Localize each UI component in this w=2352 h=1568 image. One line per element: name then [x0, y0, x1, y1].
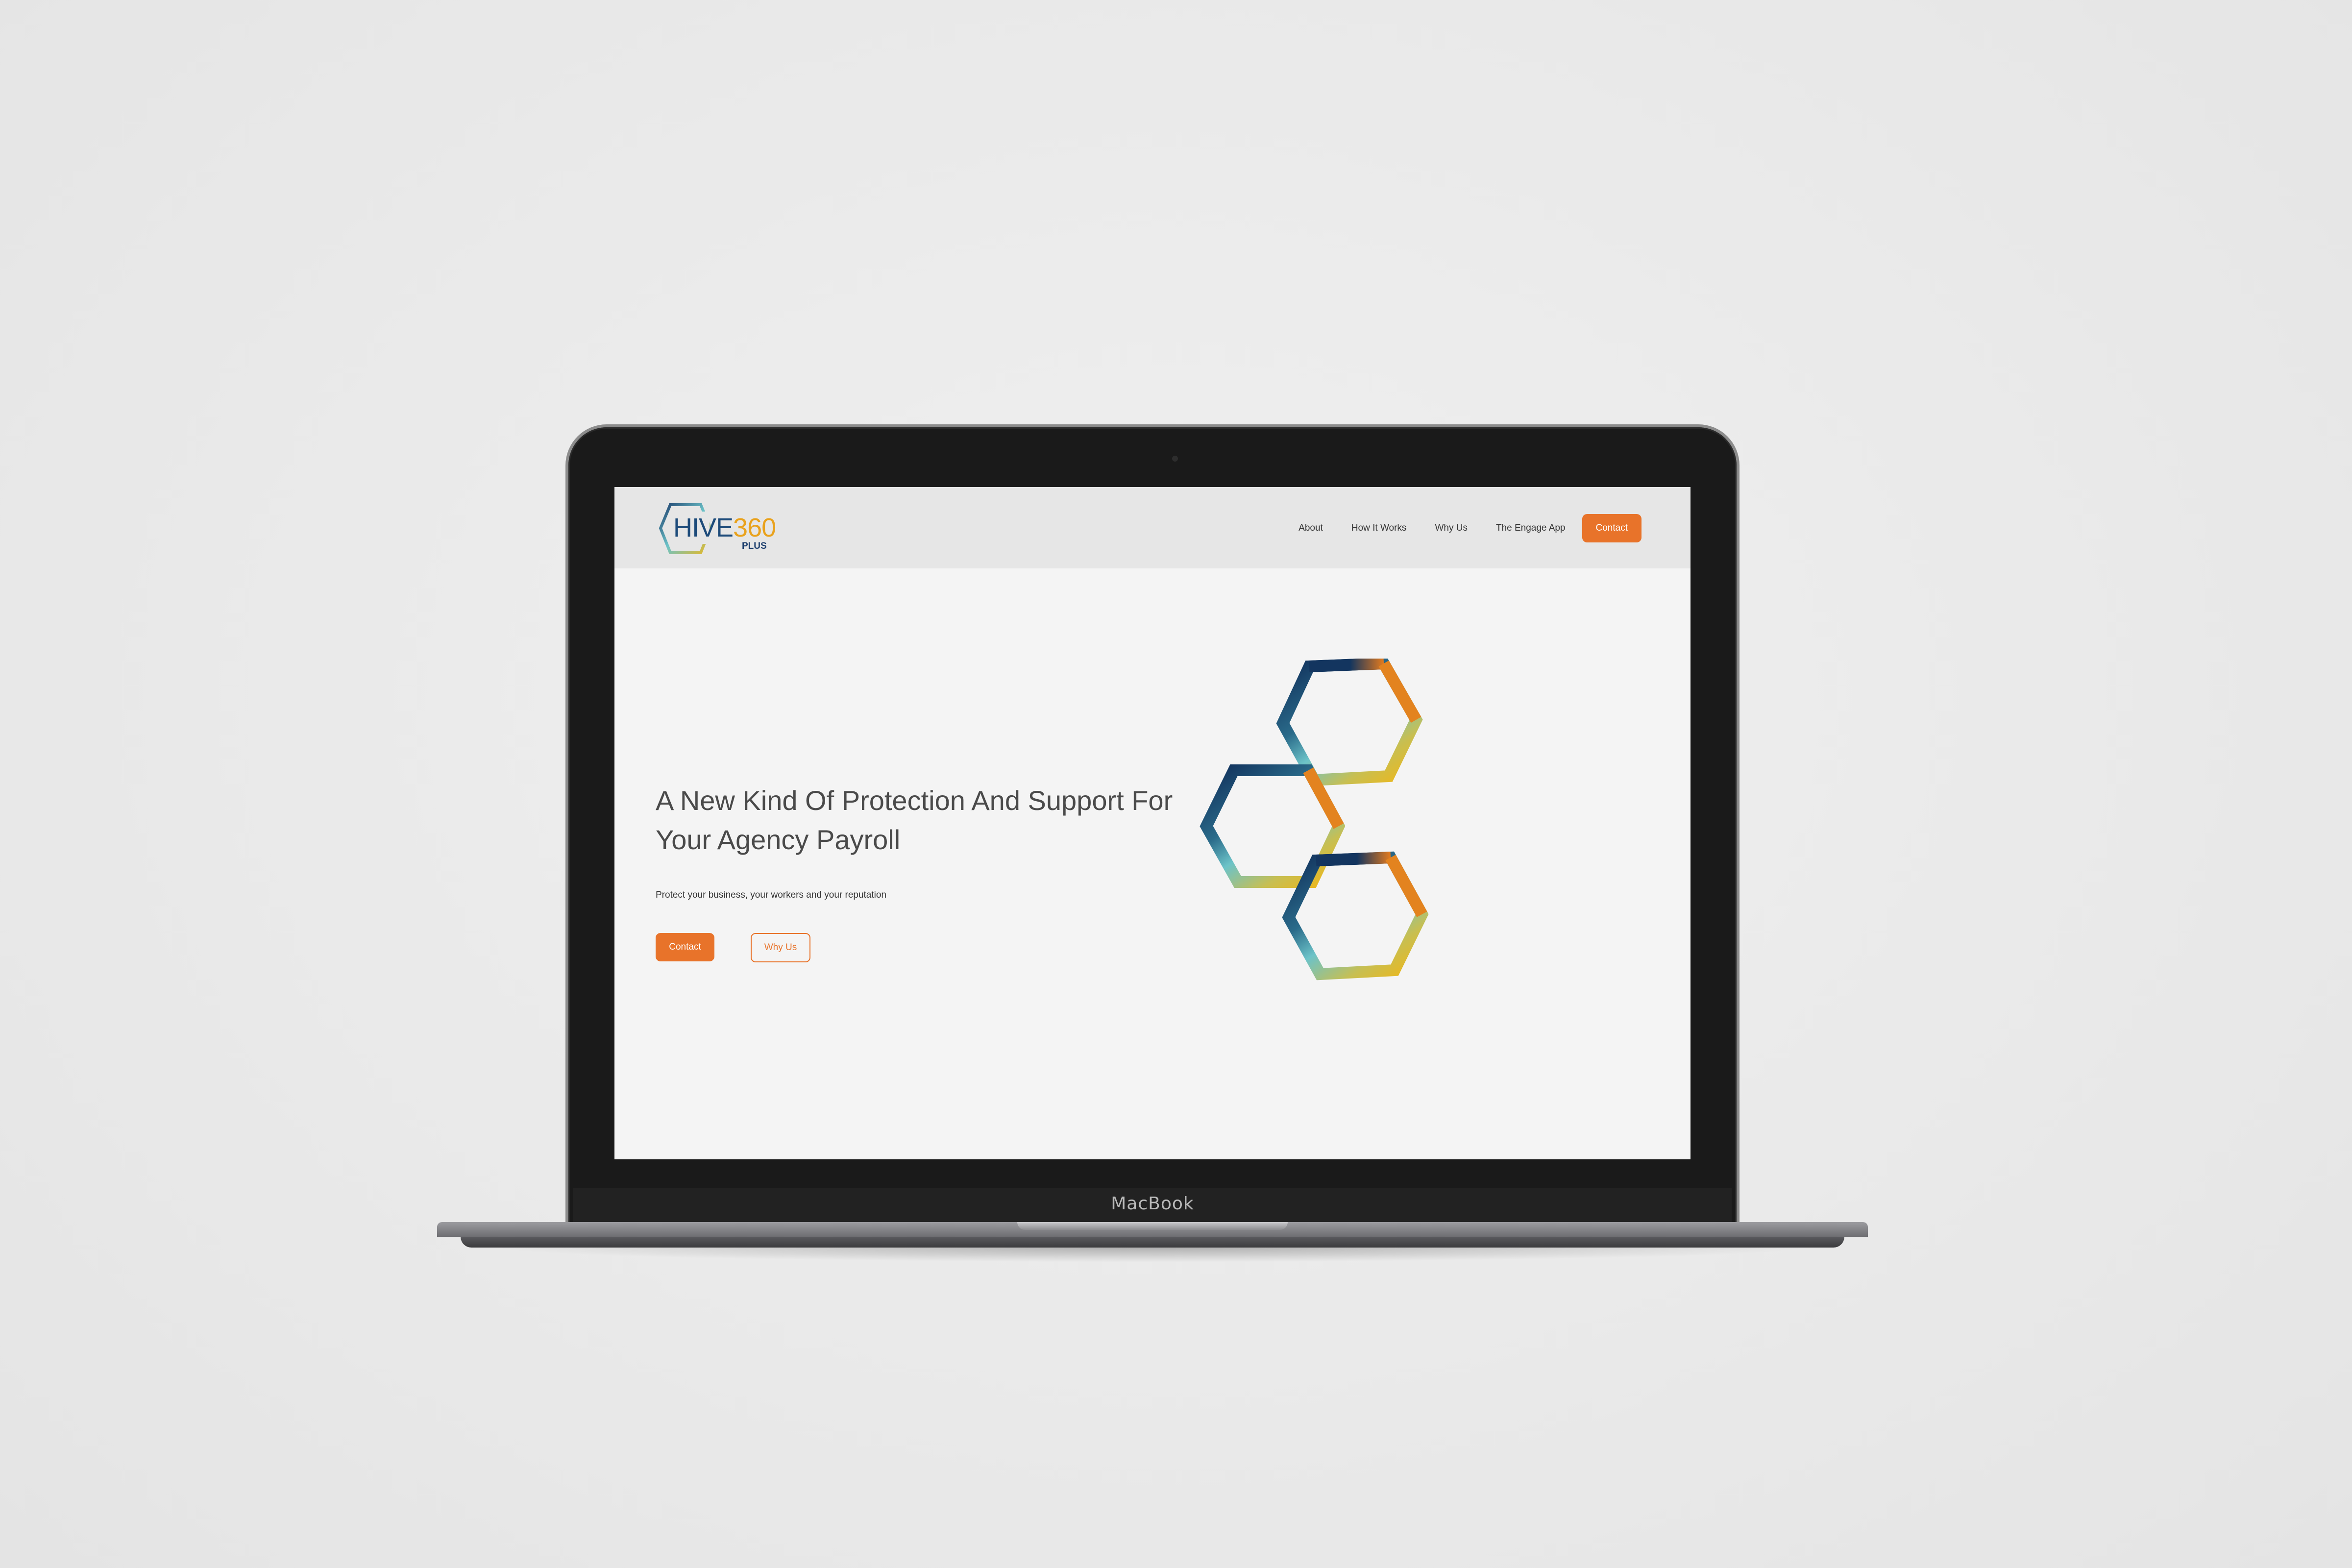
hero-headline-line2: Your Agency Payroll: [656, 824, 901, 855]
device-brand-label: MacBook: [1111, 1194, 1194, 1214]
nav-engage-app[interactable]: The Engage App: [1496, 523, 1566, 534]
logo-wordmark: HIVE360: [673, 513, 776, 543]
hexagon-top: [1276, 659, 1423, 786]
laptop-base-bottom: [461, 1237, 1844, 1248]
browser-viewport: HIVE360 PLUS About How It Works Why Us T…: [614, 487, 1690, 1159]
logo-number-text: 360: [733, 513, 776, 542]
main-nav: About How It Works Why Us The Engage App…: [1270, 514, 1642, 543]
logo-plus-text: PLUS: [742, 541, 767, 551]
nav-how-it-works[interactable]: How It Works: [1351, 523, 1407, 534]
nav-why-us[interactable]: Why Us: [1435, 523, 1468, 534]
nav-about[interactable]: About: [1298, 523, 1323, 534]
hexagon-bottom: [1282, 851, 1429, 980]
hero-headline-line1: A New Kind Of Protection And Support For: [656, 785, 1173, 816]
hexagon-illustration: [1200, 659, 1429, 980]
logo-hive-text: HIVE: [673, 513, 734, 542]
laptop-opening-notch: [1017, 1222, 1288, 1230]
webcam: [1172, 456, 1178, 462]
hero-subline: Protect your business, your workers and …: [656, 890, 887, 900]
laptop-shadow: [490, 1248, 1813, 1262]
hero-contact-button[interactable]: Contact: [656, 933, 714, 961]
site-logo[interactable]: HIVE360 PLUS: [656, 502, 778, 556]
site-header: HIVE360 PLUS About How It Works Why Us T…: [614, 487, 1690, 568]
hero-headline: A New Kind Of Protection And Support For…: [656, 781, 1195, 859]
hero-why-us-button[interactable]: Why Us: [751, 933, 810, 962]
nav-contact-button[interactable]: Contact: [1582, 514, 1642, 542]
